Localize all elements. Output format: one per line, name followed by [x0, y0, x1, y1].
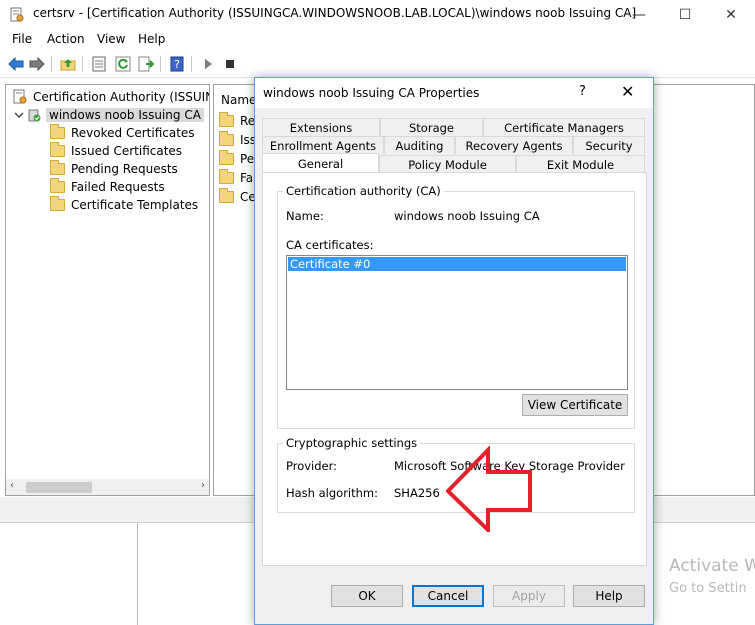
close-window-button[interactable]: ✕ [708, 0, 754, 30]
folder-icon [219, 150, 234, 165]
properties-icon[interactable] [90, 55, 108, 73]
tree-item-issued[interactable]: Issued Certificates [50, 142, 182, 160]
menu-help[interactable]: Help [138, 32, 165, 46]
tab-general[interactable]: General [262, 153, 379, 173]
folder-icon [50, 142, 65, 157]
ca-name-value: windows noob Issuing CA [394, 209, 540, 223]
menu-view[interactable]: View [97, 32, 125, 46]
tree-item-label: Certificate Templates [71, 198, 199, 212]
title-bar: certsrv - [Certification Authority (ISSU… [0, 0, 755, 30]
certification-authority-icon [13, 89, 27, 104]
crypto-group-label: Cryptographic settings [283, 436, 421, 450]
export-list-icon[interactable] [137, 55, 155, 73]
console-tree[interactable]: Certification Authority (ISSUINGC window… [5, 84, 210, 496]
ca-certificates-label: CA certificates: [286, 238, 374, 252]
ca-group-label: Certification authority (CA) [283, 184, 444, 198]
help-icon[interactable]: ? [168, 55, 186, 73]
maximize-button[interactable]: ☐ [662, 0, 708, 30]
folder-icon [50, 178, 65, 193]
tree-item-label: Issued Certificates [71, 144, 183, 158]
tree-item-label: Pending Requests [71, 162, 178, 176]
tab-security[interactable]: Security [573, 136, 645, 154]
tree-item-failed[interactable]: Failed Requests [50, 178, 165, 196]
tab-exit-module[interactable]: Exit Module [516, 155, 645, 173]
toolbar-separator [160, 56, 161, 72]
certsrv-app-icon [10, 7, 24, 22]
svg-text:?: ? [174, 58, 180, 71]
activate-windows-watermark: Activate W [669, 556, 755, 576]
toolbar-separator [191, 56, 192, 72]
tree-item-label: Failed Requests [71, 180, 165, 194]
refresh-icon[interactable] [114, 55, 132, 73]
tab-extensions[interactable]: Extensions [262, 118, 380, 136]
status-divider [137, 523, 138, 625]
menu-action[interactable]: Action [47, 32, 85, 46]
column-header-name[interactable]: Name [221, 93, 256, 107]
tab-policy-module[interactable]: Policy Module [379, 155, 516, 173]
folder-icon [219, 169, 234, 184]
chevron-down-icon[interactable] [14, 110, 24, 120]
tab-certificate-managers[interactable]: Certificate Managers [483, 118, 645, 136]
folder-icon [219, 131, 234, 146]
hash-algorithm-value: SHA256 [394, 486, 440, 500]
ca-groupbox: Certification authority (CA) Name: windo… [277, 184, 635, 429]
dialog-title: windows noob Issuing CA Properties [263, 86, 480, 100]
up-folder-icon[interactable] [59, 55, 77, 73]
annotation-arrow-icon [446, 446, 532, 532]
back-arrow-icon[interactable] [7, 55, 25, 73]
dialog-close-button[interactable]: ✕ [621, 82, 634, 101]
tree-horizontal-scrollbar[interactable]: ‹ › [5, 479, 210, 496]
menu-bar: File Action View Help [0, 30, 755, 50]
start-service-icon[interactable] [199, 55, 217, 73]
apply-button[interactable]: Apply [493, 585, 565, 607]
scroll-right-icon[interactable]: › [201, 480, 205, 491]
list-item-certificate[interactable]: Certificate #0 [288, 257, 626, 271]
folder-icon [50, 196, 65, 211]
ca-server-icon [28, 109, 41, 122]
scroll-left-icon[interactable]: ‹ [10, 480, 14, 491]
tree-root[interactable]: Certification Authority (ISSUINGC [12, 88, 209, 106]
folder-icon [219, 112, 234, 127]
toolbar-separator [51, 56, 52, 72]
ca-name-label: Name: [286, 209, 324, 223]
tree-item-templates[interactable]: Certificate Templates [50, 196, 198, 214]
view-certificate-button[interactable]: View Certificate [522, 394, 628, 416]
stop-service-icon[interactable] [221, 55, 239, 73]
window-title: certsrv - [Certification Authority (ISSU… [33, 6, 637, 20]
folder-icon [219, 188, 234, 203]
ca-certificates-list[interactable]: Certificate #0 [286, 255, 628, 390]
activate-windows-settings-hint: Go to Settin [669, 581, 747, 596]
tree-item-label: Revoked Certificates [71, 126, 195, 140]
tab-auditing[interactable]: Auditing [384, 136, 455, 154]
tree-item-ca[interactable]: windows noob Issuing CA [14, 106, 204, 124]
tab-recovery-agents[interactable]: Recovery Agents [455, 136, 573, 154]
toolbar-separator [82, 56, 83, 72]
dialog-help-button[interactable]: ? [579, 84, 586, 99]
folder-icon [50, 160, 65, 175]
toolbar: ? [0, 51, 755, 78]
menu-file[interactable]: File [12, 32, 32, 46]
tree-root-label: Certification Authority (ISSUINGC [33, 90, 209, 104]
minimize-button[interactable]: — [616, 0, 662, 30]
provider-label: Provider: [286, 459, 338, 473]
folder-icon [50, 124, 65, 139]
tree-item-revoked[interactable]: Revoked Certificates [50, 124, 195, 142]
properties-dialog: windows noob Issuing CA Properties ? ✕ E… [254, 77, 654, 625]
tab-enrollment-agents[interactable]: Enrollment Agents [262, 136, 384, 154]
ok-button[interactable]: OK [331, 585, 403, 607]
forward-arrow-icon[interactable] [28, 55, 46, 73]
hash-algorithm-label: Hash algorithm: [286, 486, 379, 500]
tab-storage[interactable]: Storage [380, 118, 483, 136]
help-button[interactable]: Help [573, 585, 645, 607]
cancel-button[interactable]: Cancel [412, 585, 484, 607]
scrollbar-thumb[interactable] [26, 482, 92, 493]
tree-item-pending[interactable]: Pending Requests [50, 160, 178, 178]
tree-item-ca-label: windows noob Issuing CA [46, 108, 204, 122]
dialog-title-bar: windows noob Issuing CA Properties ? ✕ [255, 78, 653, 108]
